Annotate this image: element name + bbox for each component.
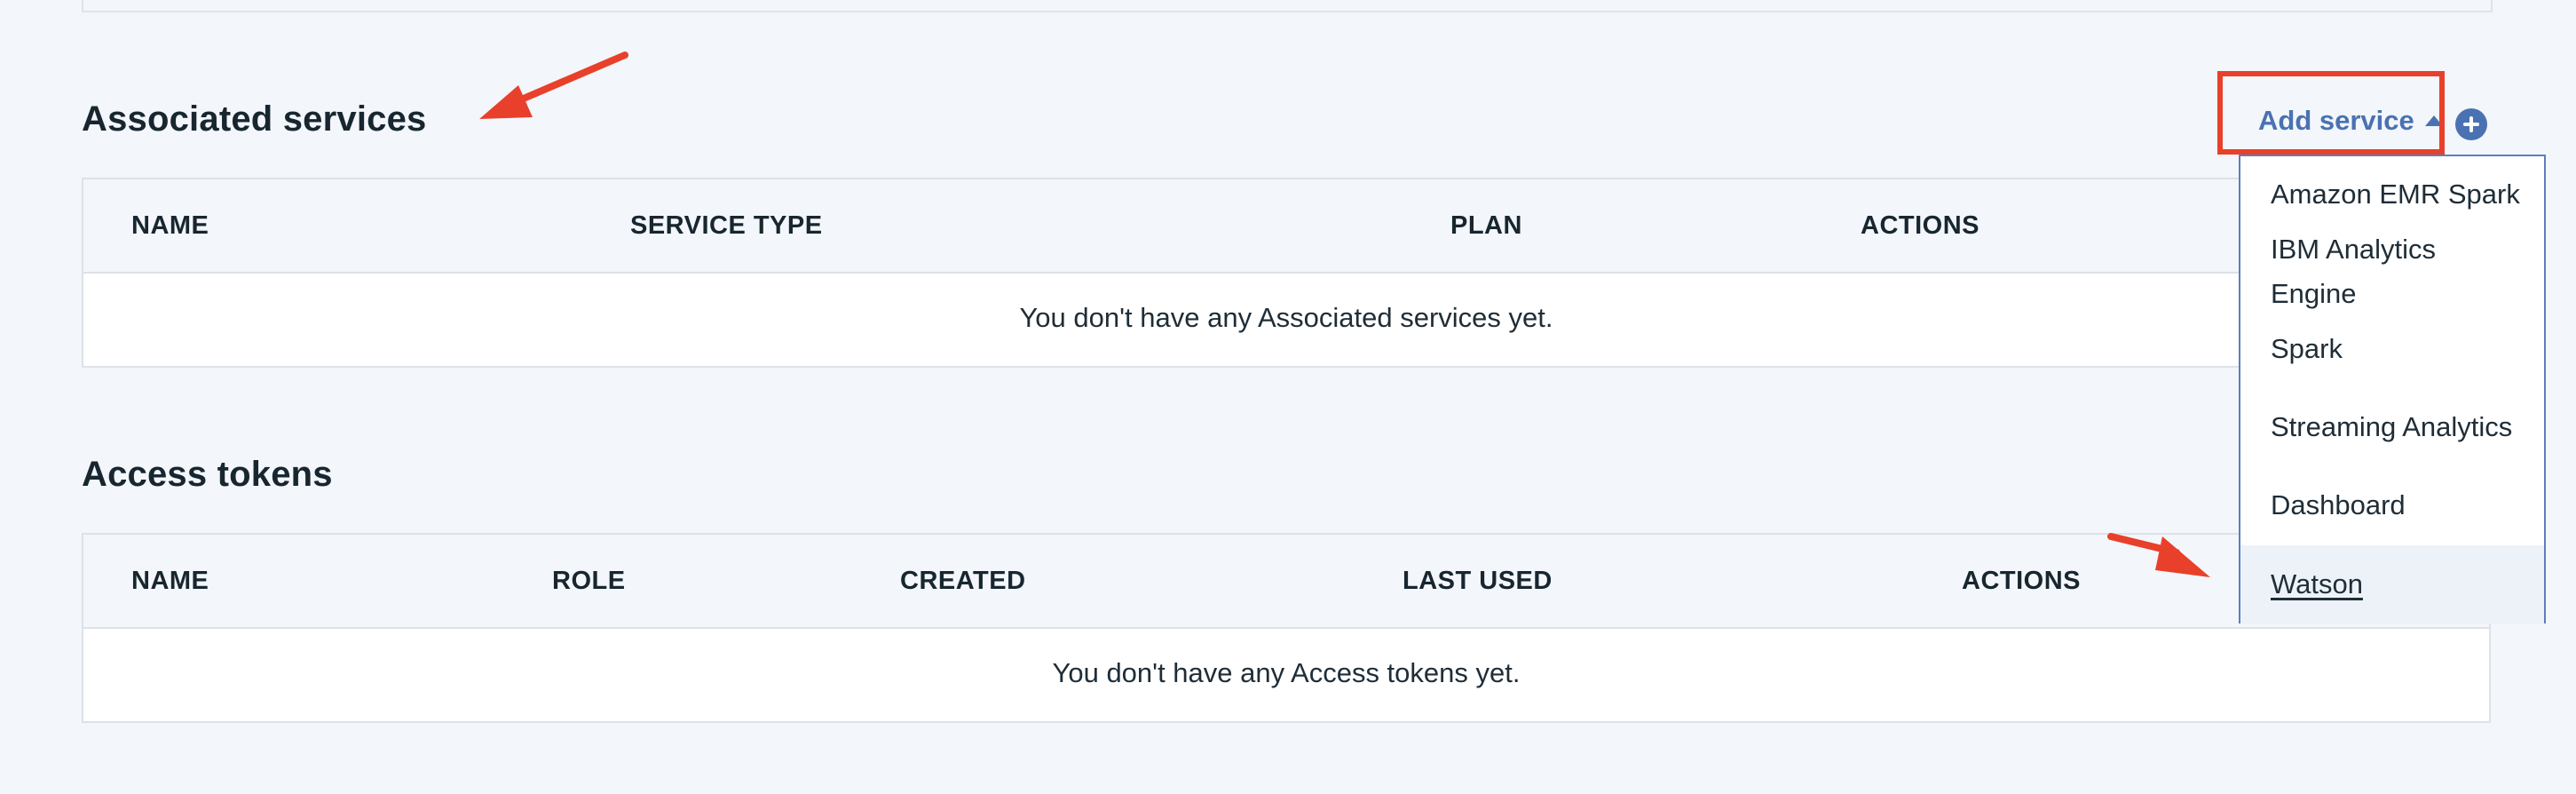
annotation-arrow-icon [479, 52, 628, 119]
menu-item-dashboard[interactable]: Dashboard [2240, 483, 2544, 528]
column-header-actions: ACTIONS [1861, 211, 1979, 240]
associated-services-title: Associated services [82, 99, 427, 139]
empty-state-message: You don't have any Associated services y… [1019, 302, 1553, 333]
menu-item-ibm-analytics-engine[interactable]: IBM Analytics Engine [2240, 227, 2507, 316]
empty-state-message: You don't have any Access tokens yet. [1052, 657, 1521, 688]
column-header-plan[interactable]: PLAN [1450, 211, 1522, 241]
column-header-created[interactable]: CREATED [900, 567, 1026, 596]
access-tokens-title: Access tokens [82, 455, 333, 494]
menu-item-amazon-emr-spark[interactable]: Amazon EMR Spark [2240, 172, 2544, 217]
access-tokens-table: NAME ROLE CREATED LAST USED ACTIONS You … [82, 533, 2491, 723]
table-header: NAME SERVICE TYPE PLAN ACTIONS [83, 179, 2489, 274]
add-service-menu: Amazon EMR Spark IBM Analytics Engine Sp… [2239, 155, 2546, 623]
column-header-name[interactable]: NAME [131, 211, 209, 241]
menu-item-streaming-analytics[interactable]: Streaming Analytics [2240, 405, 2544, 449]
menu-item-watson[interactable]: Watson [2240, 545, 2544, 623]
associated-services-table: NAME SERVICE TYPE PLAN ACTIONS You don't… [82, 178, 2491, 368]
menu-item-spark[interactable]: Spark [2240, 327, 2544, 371]
column-header-actions: ACTIONS [1962, 567, 2081, 595]
add-service-button[interactable]: Add service [2258, 105, 2414, 137]
plus-circle-icon[interactable] [2455, 108, 2487, 140]
column-header-last-used[interactable]: LAST USED [1403, 567, 1553, 596]
column-header-name[interactable]: NAME [131, 567, 209, 596]
table-header: NAME ROLE CREATED LAST USED ACTIONS [83, 535, 2489, 629]
column-header-role[interactable]: ROLE [552, 567, 626, 596]
column-header-service-type[interactable]: SERVICE TYPE [630, 211, 823, 241]
caret-up-icon[interactable] [2425, 115, 2443, 126]
previous-section-panel [82, 0, 2493, 12]
